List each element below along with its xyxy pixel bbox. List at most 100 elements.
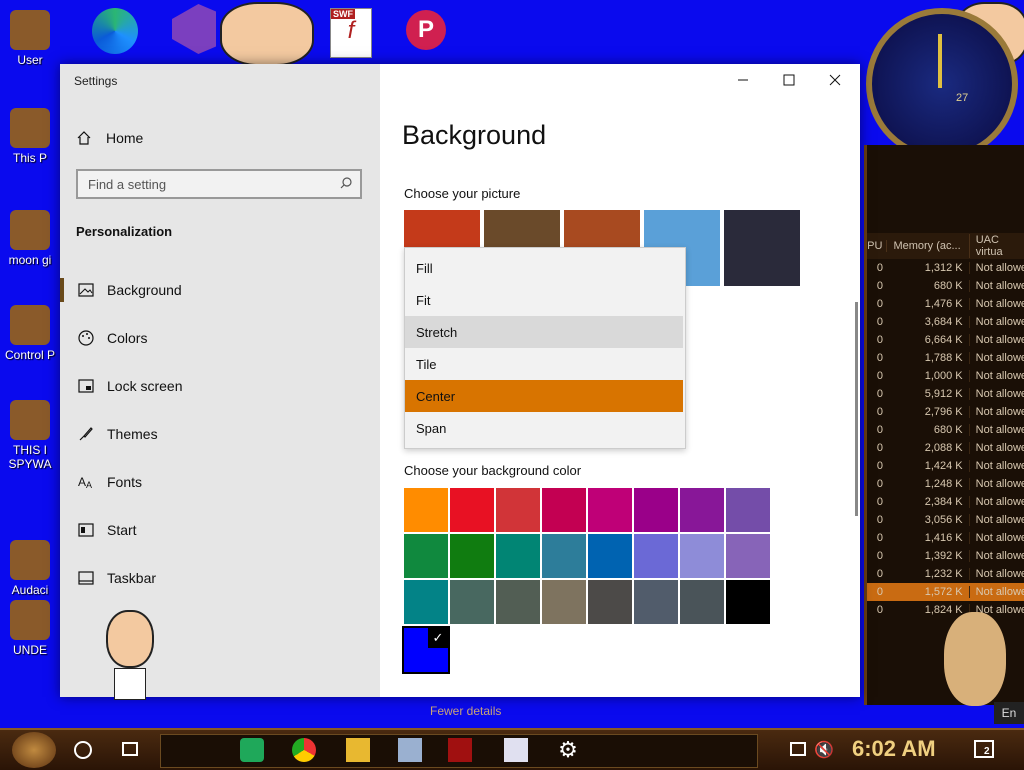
search-circle-icon[interactable] [74,741,92,759]
desktop-icon[interactable]: This P [0,108,60,165]
color-swatch[interactable] [404,488,448,532]
process-cell-cpu: 0 [876,442,883,454]
home-nav-item[interactable]: Home [76,130,143,146]
color-swatch[interactable] [726,488,770,532]
nav-item-lock-screen[interactable]: Lock screen [60,364,380,408]
start-button[interactable] [12,732,56,768]
edge-icon[interactable] [92,8,138,54]
nav-item-background[interactable]: Background [60,268,380,312]
color-swatch[interactable] [680,534,724,578]
color-swatch[interactable] [542,488,586,532]
remote-desktop-icon[interactable] [398,738,422,762]
network-icon[interactable] [790,742,806,756]
volume-muted-icon[interactable]: 🔇 [814,740,834,760]
nav-item-colors[interactable]: Colors [60,316,380,360]
column-memory[interactable]: Memory (ac... [886,240,968,252]
process-row[interactable]: 0 1,824 K Not allowe [867,601,1024,619]
color-swatch[interactable] [634,488,678,532]
process-row[interactable]: 0 2,384 K Not allowe [867,493,1024,511]
desktop-icon[interactable]: UNDE [0,600,60,657]
pdf-editor-icon[interactable]: P [406,10,446,50]
nav-item-themes[interactable]: Themes [60,412,380,456]
close-button[interactable] [812,64,858,96]
search-input[interactable]: Find a setting [76,169,362,199]
color-swatch[interactable] [496,580,540,624]
desktop-icon[interactable]: User [0,10,60,67]
process-row[interactable]: 0 6,664 K Not allowe [867,331,1024,349]
process-row[interactable]: 0 1,312 K Not allowe [867,259,1024,277]
color-swatch[interactable] [634,534,678,578]
process-row[interactable]: 0 1,476 K Not allowe [867,295,1024,313]
fit-option-center[interactable]: Center [405,380,683,412]
file-explorer-icon[interactable] [346,738,370,762]
nav-item-taskbar[interactable]: Taskbar [60,556,380,600]
color-swatch[interactable] [542,580,586,624]
color-swatch[interactable] [680,488,724,532]
flash-swf-icon[interactable]: SWF f [330,8,372,58]
process-row[interactable]: 0 1,416 K Not allowe [867,529,1024,547]
fit-option-fill[interactable]: Fill [405,252,683,284]
color-swatch[interactable] [726,534,770,578]
desktop-icon[interactable]: THIS I SPYWA [0,400,60,471]
action-center-icon[interactable]: 2 [974,740,994,758]
desktop-icon[interactable]: Audaci [0,540,60,597]
process-row[interactable]: 0 680 K Not allowe [867,277,1024,295]
fit-option-span[interactable]: Span [405,412,683,444]
end-task-button[interactable]: En [994,702,1024,724]
visual-studio-icon[interactable] [172,4,216,54]
fit-option-stretch[interactable]: Stretch [405,316,683,348]
process-row[interactable]: 0 1,392 K Not allowe [867,547,1024,565]
color-swatch[interactable] [726,580,770,624]
desktop-icon[interactable]: moon gi [0,210,60,267]
maximize-button[interactable] [766,64,812,96]
process-row[interactable]: 0 2,796 K Not allowe [867,403,1024,421]
task-view-icon[interactable] [122,742,138,756]
process-row[interactable]: 0 1,232 K Not allowe [867,565,1024,583]
desktop-icon[interactable]: Control P [0,305,60,362]
color-swatch[interactable] [404,580,448,624]
process-row[interactable]: 0 2,088 K Not allowe [867,439,1024,457]
color-swatch[interactable] [450,534,494,578]
process-row[interactable]: 0 1,572 K Not allowe [867,583,1024,601]
nav-item-start[interactable]: Start [60,508,380,552]
process-row[interactable]: 0 3,684 K Not allowe [867,313,1024,331]
desktop-icon-label: moon gi [8,253,52,267]
search-icon[interactable] [340,177,352,189]
color-swatch[interactable] [404,534,448,578]
taskbar-clock[interactable]: 6:02 AM [852,736,936,762]
sheets-icon[interactable] [240,738,264,762]
java-icon[interactable] [504,738,528,762]
fit-option-fit[interactable]: Fit [405,284,683,316]
settings-gear-icon[interactable]: ⚙ [556,738,580,762]
fit-dropdown-list[interactable]: Fill Fit Stretch Tile Center Span [404,247,686,449]
color-swatch[interactable] [634,580,678,624]
fewer-details-link[interactable]: Fewer details [430,704,501,718]
process-row[interactable]: 0 3,056 K Not allowe [867,511,1024,529]
color-swatch[interactable] [588,580,632,624]
fit-option-tile[interactable]: Tile [405,348,683,380]
color-swatch[interactable] [496,534,540,578]
color-swatch[interactable] [496,488,540,532]
chrome-icon[interactable] [292,738,316,762]
custom-color-swatch[interactable]: ✓ [402,626,450,674]
color-swatch[interactable] [588,488,632,532]
color-swatch[interactable] [450,488,494,532]
process-row[interactable]: 0 680 K Not allowe [867,421,1024,439]
color-swatch[interactable] [542,534,586,578]
process-row[interactable]: 0 5,912 K Not allowe [867,385,1024,403]
nav-item-fonts[interactable]: A A Fonts [60,460,380,504]
thumb-night-sky[interactable] [724,210,800,286]
color-swatch[interactable] [680,580,724,624]
process-cell-cpu: 0 [876,388,883,400]
minimize-button[interactable] [720,64,766,96]
scrollbar[interactable] [855,302,858,516]
column-uac[interactable]: UAC virtua [968,234,1024,258]
color-swatch[interactable] [450,580,494,624]
column-cpu[interactable]: PU [867,240,886,252]
process-row[interactable]: 0 1,000 K Not allowe [867,367,1024,385]
media-app-icon[interactable] [448,738,472,762]
color-swatch[interactable] [588,534,632,578]
process-row[interactable]: 0 1,788 K Not allowe [867,349,1024,367]
process-row[interactable]: 0 1,248 K Not allowe [867,475,1024,493]
process-row[interactable]: 0 1,424 K Not allowe [867,457,1024,475]
